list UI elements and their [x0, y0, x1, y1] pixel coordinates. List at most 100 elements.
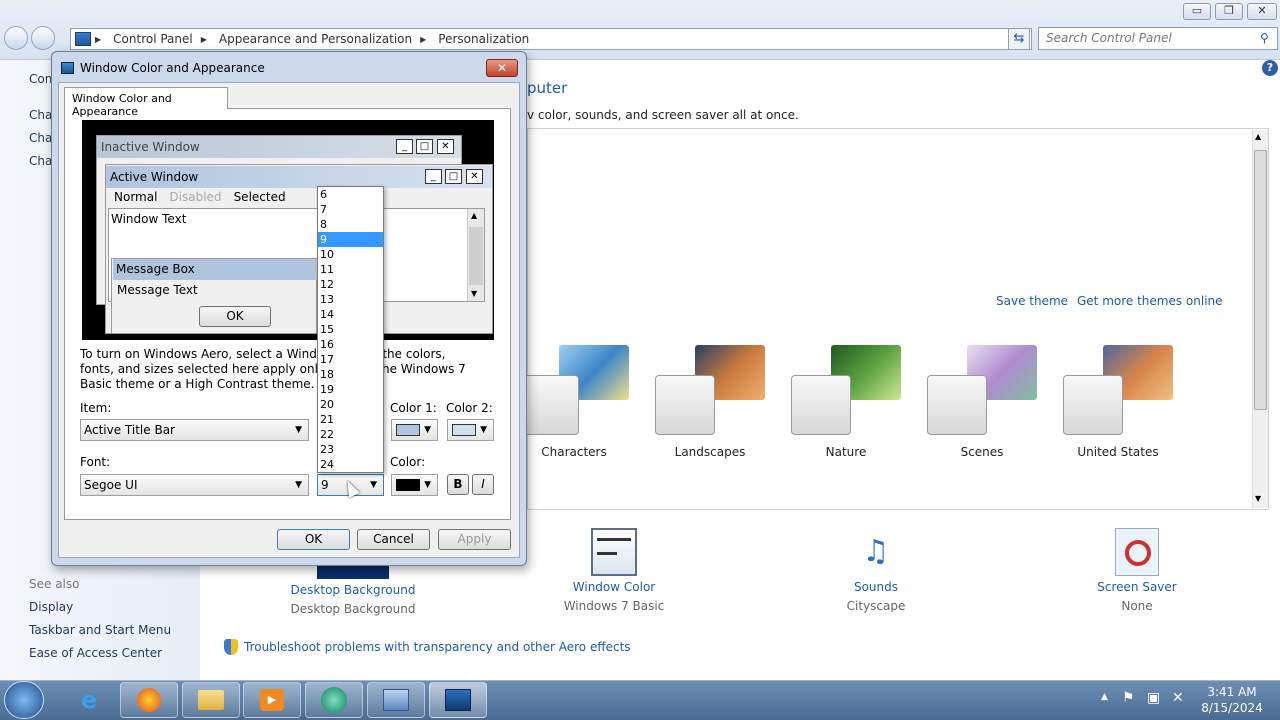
breadcrumb-arrow-icon: ▶	[95, 34, 102, 44]
theme-characters[interactable]: Characters	[514, 345, 634, 459]
firefox-icon	[137, 688, 161, 712]
left-link-partial[interactable]: Cha	[29, 154, 52, 168]
clock[interactable]: 3:41 AM 8/15/2024	[1200, 685, 1264, 715]
font-size-option[interactable]: 11	[318, 262, 383, 277]
tab-window-color[interactable]: Window Color and Appearance	[64, 87, 228, 118]
control-panel-icon	[383, 689, 409, 711]
scrollbar-thumb[interactable]	[1254, 150, 1267, 410]
apply-button[interactable]: Apply	[438, 529, 511, 550]
volume-muted-icon[interactable]: ✕	[1172, 690, 1184, 706]
font-size-dropdown-list[interactable]: 6 7 8 9 10 11 12 13 14 15 16 17 18 19 20 21 22 23 24	[317, 186, 384, 473]
font-size-option[interactable]: 20	[318, 397, 383, 412]
link-display[interactable]: Display	[29, 600, 73, 614]
save-theme-link[interactable]: Save theme	[996, 294, 1068, 308]
cancel-button[interactable]: Cancel	[357, 529, 430, 550]
folder-icon	[198, 690, 224, 710]
window-color-item[interactable]: Window Color Windows 7 Basic	[544, 528, 684, 613]
bold-button[interactable]: B	[447, 474, 469, 495]
left-link-partial[interactable]: Cha	[29, 108, 52, 122]
link-taskbar-start-menu[interactable]: Taskbar and Start Menu	[29, 623, 171, 637]
font-size-option[interactable]: 14	[318, 307, 383, 322]
scroll-up-icon[interactable]: ▲	[1255, 132, 1261, 141]
forward-button[interactable]	[31, 26, 55, 50]
theme-name: Nature	[825, 445, 867, 459]
font-size-option[interactable]: 24	[318, 457, 383, 472]
breadcrumb-appearance[interactable]: Appearance and Personalization	[219, 32, 412, 46]
theme-united-states[interactable]: United States	[1058, 345, 1178, 459]
dialog-close-button[interactable]: ✕	[486, 59, 518, 77]
font-size-option[interactable]: 7	[318, 202, 383, 217]
get-more-themes-link[interactable]: Get more themes online	[1077, 294, 1223, 308]
breadcrumb-control-panel[interactable]: Control Panel	[113, 32, 193, 46]
minimize-icon: _	[425, 169, 442, 184]
color2-picker[interactable]: ▼	[447, 419, 494, 441]
font-size-option[interactable]: 17	[318, 352, 383, 367]
font-size-option[interactable]: 13	[318, 292, 383, 307]
back-button[interactable]	[4, 26, 28, 50]
screen-saver-item[interactable]: Screen Saver None	[1067, 528, 1207, 613]
flag-icon[interactable]: ⚑	[1122, 690, 1135, 706]
clock-time: 3:41 AM	[1207, 685, 1257, 699]
font-size-option[interactable]: 9	[318, 232, 383, 247]
font-size-option[interactable]: 19	[318, 382, 383, 397]
item-select[interactable]: Active Title Bar ▼	[80, 419, 309, 441]
close-button[interactable]: ✕	[1247, 3, 1277, 20]
menu-selected: Selected	[233, 190, 286, 204]
font-size-option[interactable]: 10	[318, 247, 383, 262]
preview-scrollbar: ▲ ▼	[467, 209, 484, 301]
theme-landscapes[interactable]: Landscapes	[650, 345, 770, 459]
sounds-item[interactable]: ♫ Sounds Cityscape	[806, 528, 946, 613]
chevron-down-icon: ▼	[295, 425, 302, 435]
theme-thumbnail	[927, 345, 1037, 435]
font-size-option[interactable]: 23	[318, 442, 383, 457]
refresh-icon[interactable]: ⇆	[1008, 28, 1030, 50]
search-input[interactable]: Search Control Panel	[1038, 27, 1278, 50]
media-player-taskbar-button[interactable]: ▶	[243, 682, 301, 718]
left-link-partial[interactable]: Cha	[29, 131, 52, 145]
theme-list-scrollbar[interactable]: ▲ ▼	[1252, 130, 1268, 508]
font-size-option[interactable]: 18	[318, 367, 383, 382]
start-button[interactable]	[4, 681, 44, 719]
link-ease-of-access[interactable]: Ease of Access Center	[29, 646, 162, 660]
item-title: Screen Saver	[1097, 580, 1177, 594]
show-hidden-icons[interactable]: ▲	[1101, 692, 1108, 702]
troubleshoot-link[interactable]: Troubleshoot problems with transparency …	[244, 640, 631, 654]
font-size-option[interactable]: 15	[318, 322, 383, 337]
clock-date: 8/15/2024	[1201, 701, 1263, 715]
internet-explorer-icon[interactable]: e	[60, 682, 118, 718]
font-size-option[interactable]: 22	[318, 427, 383, 442]
font-size-option[interactable]: 8	[318, 217, 383, 232]
search-icon[interactable]: ⚲	[1260, 31, 1269, 45]
music-notes-icon: ♫	[862, 534, 890, 569]
app-taskbar-button[interactable]	[305, 682, 363, 718]
color1-picker[interactable]: ▼	[391, 419, 438, 441]
font-size-option[interactable]: 12	[318, 277, 383, 292]
ok-button[interactable]: OK	[277, 529, 350, 550]
breadcrumb-personalization[interactable]: Personalization	[438, 32, 529, 46]
font-size-option[interactable]: 6	[318, 187, 383, 202]
explorer-taskbar-button[interactable]	[182, 682, 240, 718]
font-size-option[interactable]: 21	[318, 412, 383, 427]
font-color-picker[interactable]: ▼	[391, 474, 438, 496]
scroll-down-icon[interactable]: ▼	[1255, 494, 1261, 503]
address-bar[interactable]: ▶ Control Panel ▶ Appearance and Persona…	[70, 28, 1032, 50]
theme-scenes[interactable]: Scenes	[922, 345, 1042, 459]
font-color-label: Color:	[390, 455, 426, 469]
theme-nature[interactable]: Nature	[786, 345, 906, 459]
minimize-button[interactable]: ▭	[1183, 3, 1211, 20]
left-link-partial[interactable]: Con	[29, 72, 52, 86]
network-icon[interactable]: ▣	[1147, 690, 1160, 706]
window-color-taskbar-button[interactable]	[429, 682, 487, 718]
font-size-option[interactable]: 16	[318, 337, 383, 352]
item-value: Desktop Background	[290, 602, 416, 616]
preview-menu-bar: Normal Disabled Selected	[114, 190, 298, 204]
italic-button[interactable]: I	[472, 474, 494, 495]
control-panel-taskbar-button[interactable]	[367, 682, 425, 718]
theme-name: United States	[1077, 445, 1159, 459]
maximize-button[interactable]: ❐	[1215, 3, 1243, 20]
close-icon: ✕	[466, 169, 483, 184]
font-select[interactable]: Segoe UI ▼	[80, 474, 309, 496]
help-icon[interactable]: ?	[1262, 60, 1278, 76]
firefox-taskbar-button[interactable]	[120, 682, 178, 718]
theme-name: Characters	[541, 445, 607, 459]
